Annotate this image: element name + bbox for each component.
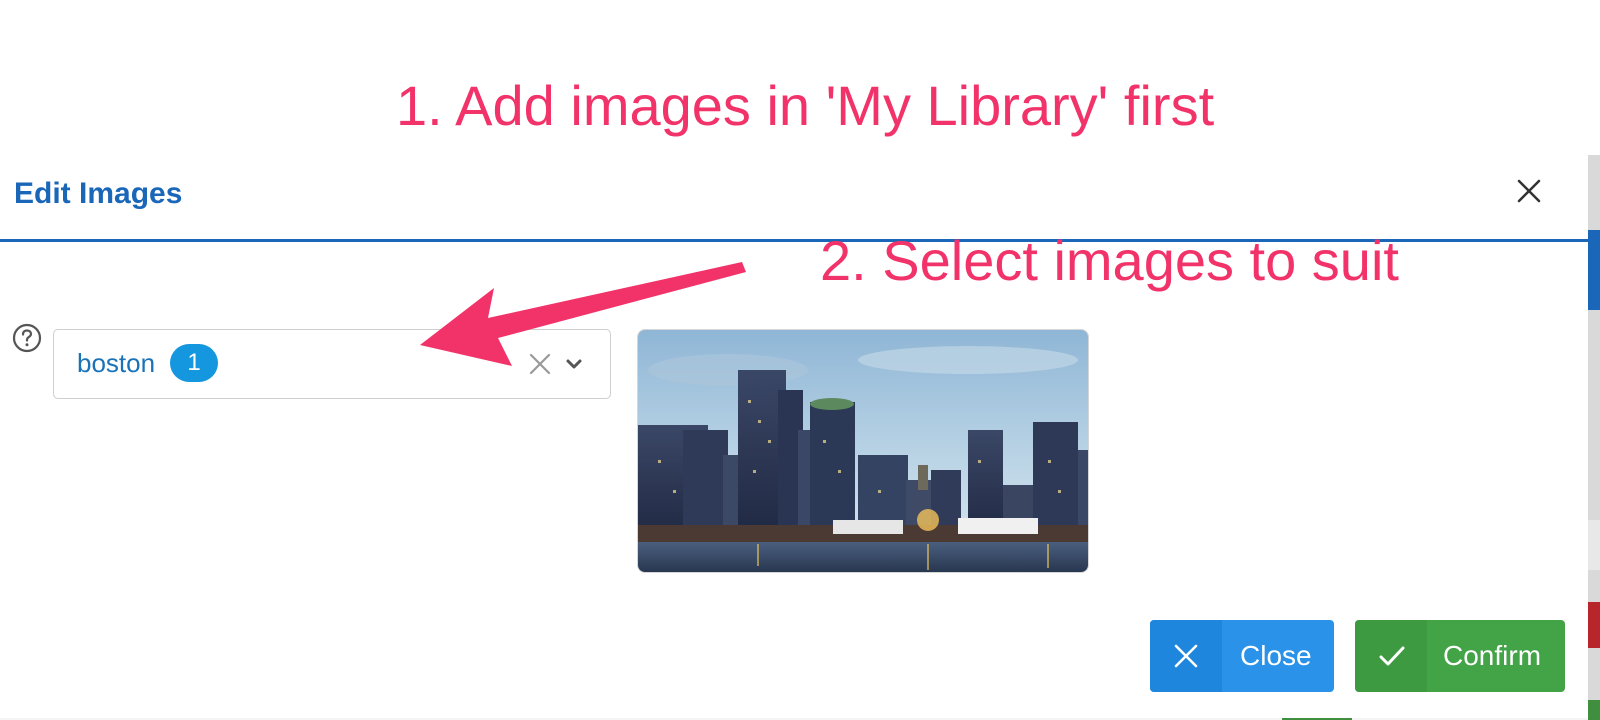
question-circle-icon[interactable] (12, 323, 42, 353)
close-button-label: Close (1240, 640, 1312, 671)
modal-title: Edit Images (14, 177, 183, 210)
background-app-fragment (1588, 700, 1600, 720)
confirm-button[interactable]: Confirm (1355, 620, 1565, 692)
checkmark-icon (1355, 620, 1427, 692)
annotation-step-2: 2. Select images to suit (820, 229, 1399, 292)
close-icon[interactable] (1515, 177, 1543, 205)
clear-icon[interactable] (528, 352, 552, 376)
background-app-fragment (1588, 155, 1600, 167)
confirm-button-label: Confirm (1443, 640, 1542, 671)
background-app-fragment (1588, 230, 1600, 310)
annotation-step-1: 1. Add images in 'My Library' first (396, 74, 1215, 137)
image-tag-select[interactable]: boston 1 (53, 329, 611, 399)
boston-skyline-image (638, 330, 1088, 572)
background-app-fragment (1588, 602, 1600, 648)
selected-image-thumbnail[interactable] (637, 329, 1089, 573)
background-app-fragment (1588, 520, 1600, 570)
chevron-down-icon[interactable] (565, 356, 583, 372)
page: 1. Add images in 'My Library' first Edit… (0, 0, 1600, 720)
close-icon (1150, 620, 1222, 692)
close-button[interactable]: Close (1150, 620, 1334, 692)
tag-count-badge: 1 (170, 344, 218, 382)
selected-tag: boston (77, 348, 156, 378)
